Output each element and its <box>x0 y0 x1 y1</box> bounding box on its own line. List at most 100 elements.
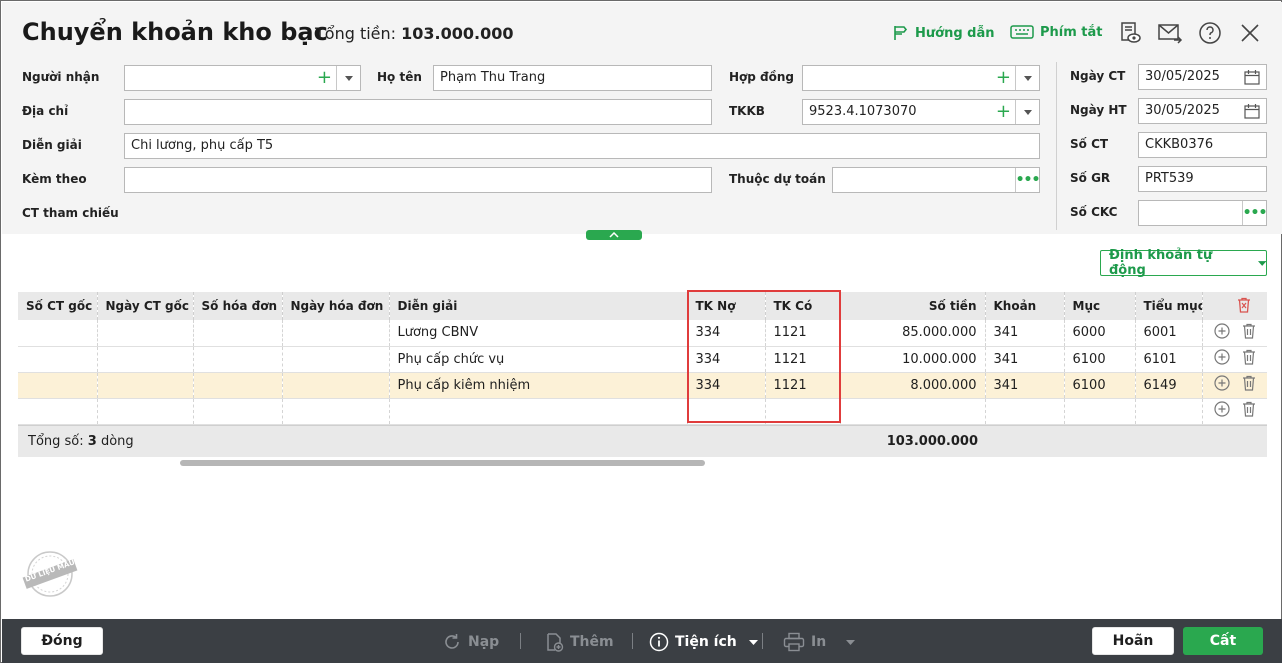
scrollbar-thumb[interactable] <box>180 460 705 466</box>
calendar-icon[interactable] <box>1244 69 1260 89</box>
chevron-down-icon[interactable] <box>1015 66 1039 90</box>
add-row-icon[interactable] <box>1214 349 1230 369</box>
cell-muc[interactable]: 6000 <box>1064 320 1136 347</box>
col-header[interactable]: Tiểu mục <box>1135 292 1203 320</box>
estimate-field[interactable]: ••• <box>832 167 1040 193</box>
col-header[interactable]: Số tiền <box>840 292 986 320</box>
collapse-header-button[interactable] <box>586 230 642 240</box>
cell[interactable] <box>97 398 194 425</box>
shortcut-button[interactable]: Phím tắt <box>1010 24 1103 40</box>
col-header[interactable]: TK Có <box>765 292 841 320</box>
col-header[interactable]: Ngày hóa đơn <box>282 292 390 320</box>
cell[interactable] <box>97 372 194 399</box>
cell-description[interactable]: Phụ cấp chức vụ <box>389 346 688 373</box>
cell-amount[interactable]: 85.000.000 <box>840 320 986 347</box>
cell[interactable] <box>18 398 98 425</box>
cell-muc[interactable]: 6100 <box>1064 372 1136 399</box>
table-row[interactable]: Phụ cấp chức vụ 334 1121 10.000.000 341 … <box>18 346 1267 373</box>
add-row-icon[interactable] <box>1214 375 1230 395</box>
table-row-selected[interactable]: Phụ cấp kiêm nhiệm 334 1121 8.000.000 34… <box>18 372 1267 399</box>
gr-no-field[interactable]: PRT539 <box>1138 166 1267 192</box>
cell[interactable] <box>193 320 283 347</box>
cell[interactable] <box>282 346 390 373</box>
attachment-field[interactable] <box>124 167 712 193</box>
voucher-no-field[interactable]: CKKB0376 <box>1138 132 1267 158</box>
help-icon[interactable] <box>1197 20 1223 46</box>
col-header[interactable]: Mục <box>1064 292 1136 320</box>
cell[interactable] <box>193 372 283 399</box>
cell-muc[interactable]: 6100 <box>1064 346 1136 373</box>
col-header[interactable]: Ngày CT gốc <box>97 292 194 320</box>
cell[interactable] <box>193 398 283 425</box>
trash-icon[interactable] <box>1242 323 1256 343</box>
trash-icon[interactable] <box>1242 401 1256 421</box>
cell-debit-account[interactable]: 334 <box>687 320 766 347</box>
save-button[interactable]: Cất <box>1183 627 1263 655</box>
cell-khoan[interactable]: 341 <box>985 320 1065 347</box>
reference-label[interactable]: CT tham chiếu <box>22 206 119 220</box>
trash-icon[interactable] <box>1242 375 1256 395</box>
cell-amount[interactable]: 8.000.000 <box>840 372 986 399</box>
add-icon[interactable]: + <box>996 68 1011 88</box>
utility-button[interactable]: Tiện ích <box>649 632 758 652</box>
preview-icon[interactable] <box>1117 20 1143 46</box>
recipient-field[interactable]: + <box>124 65 361 91</box>
cell[interactable] <box>97 346 194 373</box>
col-header[interactable]: Số hóa đơn <box>193 292 283 320</box>
ckc-no-field[interactable]: ••• <box>1138 200 1267 226</box>
horizontal-scrollbar[interactable] <box>18 459 1267 467</box>
cell-description[interactable]: Lương CBNV <box>389 320 688 347</box>
cell[interactable] <box>840 398 986 425</box>
cell-khoan[interactable]: 341 <box>985 346 1065 373</box>
chevron-down-icon[interactable] <box>1015 100 1039 124</box>
cell[interactable] <box>282 398 390 425</box>
cell-amount[interactable]: 10.000.000 <box>840 346 986 373</box>
trash-icon[interactable] <box>1242 349 1256 369</box>
cell[interactable] <box>18 372 98 399</box>
posting-date-field[interactable]: 30/05/2025 <box>1138 98 1267 124</box>
cell[interactable] <box>389 398 688 425</box>
mail-send-icon[interactable] <box>1157 20 1183 46</box>
cell[interactable] <box>282 320 390 347</box>
cell-debit-account[interactable]: 334 <box>687 372 766 399</box>
cell-credit-account[interactable]: 1121 <box>765 346 841 373</box>
cell[interactable] <box>1135 398 1203 425</box>
cell-description[interactable]: Phụ cấp kiêm nhiệm <box>389 372 688 399</box>
cell[interactable] <box>282 372 390 399</box>
print-button[interactable]: In <box>783 632 856 652</box>
description-field[interactable]: Chi lương, phụ cấp T5 <box>124 133 1040 159</box>
cell-credit-account[interactable]: 1121 <box>765 372 841 399</box>
cell-debit-account[interactable]: 334 <box>687 346 766 373</box>
table-row[interactable]: Lương CBNV 334 1121 85.000.000 341 6000 … <box>18 320 1267 347</box>
cell-khoan[interactable]: 341 <box>985 372 1065 399</box>
close-button[interactable]: Đóng <box>21 627 103 655</box>
col-header[interactable]: Số CT gốc <box>18 292 98 320</box>
cell-tieu-muc[interactable]: 6001 <box>1135 320 1203 347</box>
reload-button[interactable]: Nạp <box>442 632 499 652</box>
cell-tieu-muc[interactable]: 6149 <box>1135 372 1203 399</box>
col-header[interactable]: TK Nợ <box>687 292 766 320</box>
auto-entry-button[interactable]: Định khoản tự động <box>1100 248 1267 278</box>
col-header[interactable]: Khoản <box>985 292 1065 320</box>
cell[interactable] <box>765 398 841 425</box>
add-icon[interactable]: + <box>996 102 1011 122</box>
tkkb-field[interactable]: 9523.4.1073070 + <box>802 99 1040 125</box>
add-icon[interactable]: + <box>317 68 332 88</box>
cell[interactable] <box>18 346 98 373</box>
cell[interactable] <box>985 398 1065 425</box>
add-row-icon[interactable] <box>1214 401 1230 421</box>
address-field[interactable] <box>124 99 712 125</box>
contract-field[interactable]: + <box>802 65 1040 91</box>
voucher-date-field[interactable]: 30/05/2025 <box>1138 64 1267 90</box>
cell[interactable] <box>97 320 194 347</box>
add-row-icon[interactable] <box>1214 323 1230 343</box>
close-icon[interactable] <box>1237 20 1263 46</box>
cell[interactable] <box>1064 398 1136 425</box>
cell[interactable] <box>193 346 283 373</box>
cell[interactable] <box>687 398 766 425</box>
more-icon[interactable]: ••• <box>1242 201 1266 225</box>
fullname-field[interactable]: Phạm Thu Trang <box>433 65 712 91</box>
guide-button[interactable]: Hướng dẫn <box>891 24 995 42</box>
cell[interactable] <box>18 320 98 347</box>
cell-credit-account[interactable]: 1121 <box>765 320 841 347</box>
